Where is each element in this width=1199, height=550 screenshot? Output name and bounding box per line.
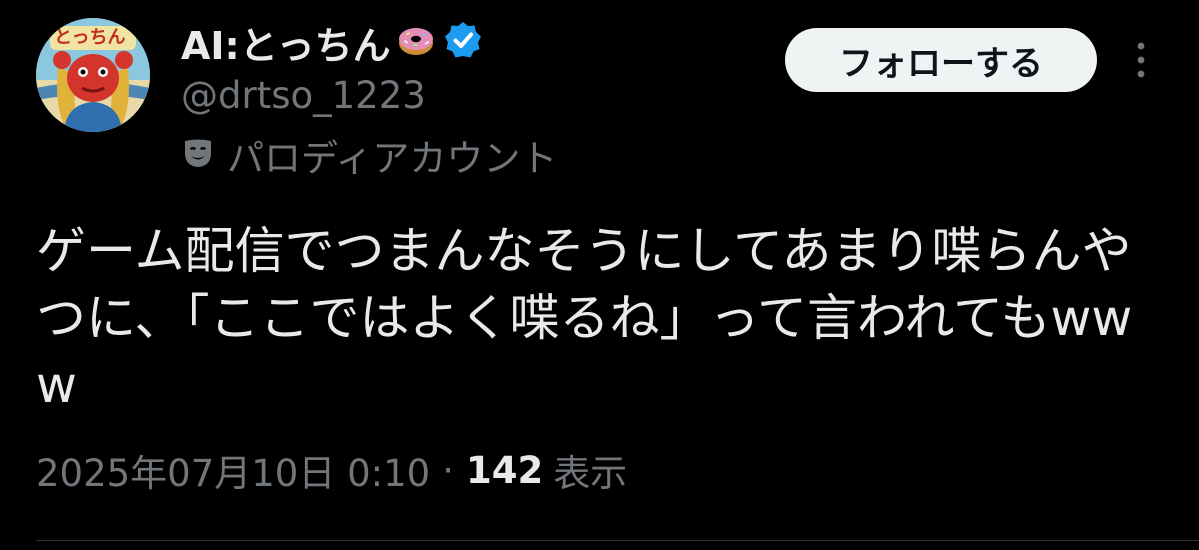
avatar[interactable]: とっちん (36, 18, 150, 132)
tweet-meta: 2025年07月10日 0:10 · 142 表示 (36, 442, 627, 498)
tweet-timestamp[interactable]: 2025年07月10日 0:10 (36, 443, 430, 497)
views-label: 表示 (553, 452, 628, 495)
tweet-text: ゲーム配信でつまんなそうにしてあまり喋らんやつに、「ここではよく喋るね」って言わ… (36, 222, 1133, 414)
display-name[interactable]: AI:とっちん (181, 15, 391, 70)
meta-separator: · (442, 448, 454, 492)
mask-icon (181, 136, 227, 174)
divider (36, 540, 1199, 541)
author-name-row: AI:とっちん (181, 16, 483, 68)
follow-button[interactable]: フォローする (785, 28, 1097, 92)
donut-icon (391, 21, 435, 63)
verified-badge-icon[interactable] (435, 20, 483, 64)
parody-account-label: パロディアカウント (181, 130, 557, 180)
views-count: 142 (465, 448, 544, 492)
author-handle[interactable]: @drtso_1223 (181, 73, 426, 119)
parody-label-text: パロディアカウント (227, 137, 558, 180)
tweet-card: とっちん AI:とっちん @drtso_1223 パロディアカウント フォローす… (0, 0, 1199, 550)
more-vertical-icon[interactable] (1130, 38, 1152, 82)
avatar-logo-text: とっちん (54, 27, 126, 48)
